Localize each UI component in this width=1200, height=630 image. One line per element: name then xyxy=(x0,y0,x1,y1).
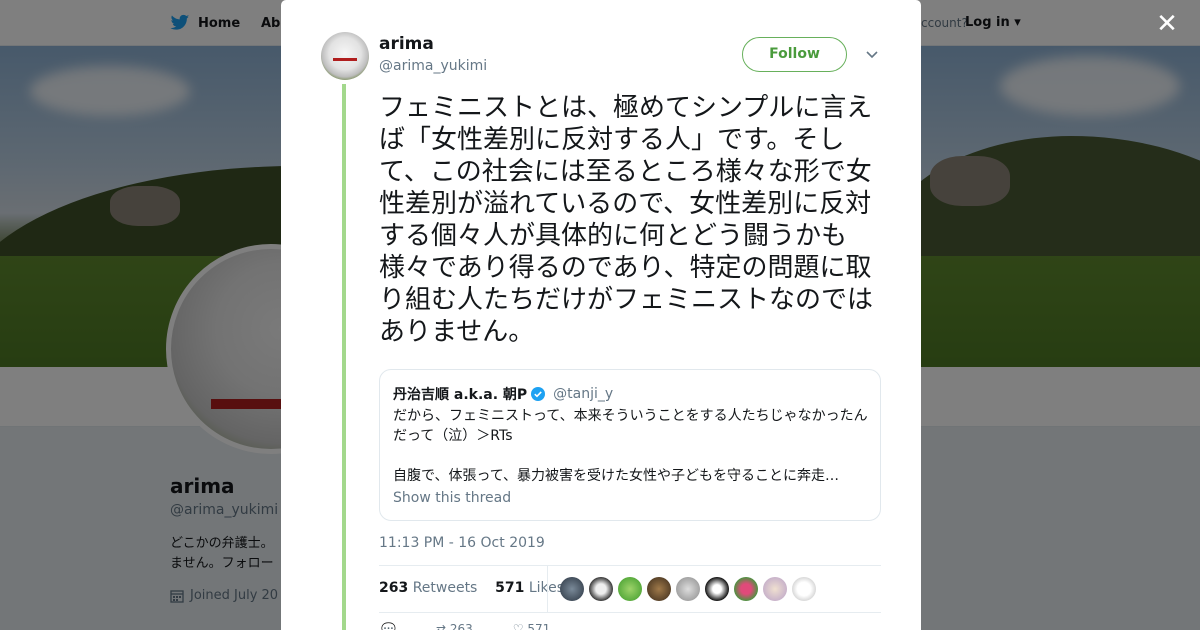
liker-avatars xyxy=(560,577,816,601)
liker-avatar[interactable] xyxy=(589,577,613,601)
tweet-stats: 263 Retweets 571 Likes xyxy=(379,565,881,613)
quoted-tweet-header: 丹治吉順 a.k.a. 朝P @tanji_y xyxy=(393,384,613,404)
engagement-counts: 263 Retweets 571 Likes xyxy=(379,580,564,596)
liker-avatar[interactable] xyxy=(676,577,700,601)
show-thread-link[interactable]: Show this thread xyxy=(393,490,511,506)
retweet-button[interactable]: ⇄ 263 xyxy=(436,622,473,630)
quoted-author-handle: @tanji_y xyxy=(553,386,614,402)
author-handle[interactable]: @arima_yukimi xyxy=(379,58,487,74)
quoted-author-name: 丹治吉順 a.k.a. 朝P xyxy=(393,387,528,403)
author-avatar[interactable] xyxy=(321,32,369,80)
retweet-count: 263 xyxy=(449,622,473,630)
liker-avatar[interactable] xyxy=(647,577,671,601)
liker-avatar[interactable] xyxy=(734,577,758,601)
verified-badge-icon xyxy=(531,387,546,401)
tweet-text: フェミニストとは、極めてシンプルに言えば「女性差別に反対する人」です。そして、こ… xyxy=(379,93,874,347)
liker-avatar[interactable] xyxy=(763,577,787,601)
liker-avatar[interactable] xyxy=(560,577,584,601)
liker-avatar[interactable] xyxy=(705,577,729,601)
chevron-down-icon[interactable] xyxy=(864,46,880,62)
close-icon[interactable]: ✕ xyxy=(1155,11,1179,37)
avatar-stripe xyxy=(333,58,357,61)
tweet-timestamp[interactable]: 11:13 PM - 16 Oct 2019 xyxy=(379,535,545,551)
quoted-tweet[interactable]: 丹治吉順 a.k.a. 朝P @tanji_y だから、フェミニストって、本来そ… xyxy=(379,369,881,521)
likes-count: 571 xyxy=(495,580,525,596)
quoted-tweet-text: だから、フェミニストって、本来そういうことをする人たちじゃなかったんだって（泣）… xyxy=(393,408,868,484)
thread-connector-line xyxy=(342,84,346,630)
liker-avatar[interactable] xyxy=(792,577,816,601)
stats-divider xyxy=(547,566,548,613)
retweets-stat[interactable]: 263 Retweets xyxy=(379,580,477,596)
follow-button[interactable]: Follow xyxy=(742,37,847,72)
tweet-modal: arima @arima_yukimi Follow フェミニストとは、極めてシ… xyxy=(281,0,921,630)
like-button[interactable]: ♡ 571 xyxy=(513,622,550,630)
liker-avatar[interactable] xyxy=(618,577,642,601)
like-count: 571 xyxy=(527,622,551,630)
author-name[interactable]: arima xyxy=(379,34,434,54)
likes-stat[interactable]: 571 Likes xyxy=(495,580,564,596)
retweets-label: Retweets xyxy=(412,580,478,596)
tweet-actions: 💬 ⇄ 263 ♡ 571 xyxy=(381,622,550,630)
retweets-count: 263 xyxy=(379,580,409,596)
reply-button[interactable]: 💬 xyxy=(381,622,396,630)
